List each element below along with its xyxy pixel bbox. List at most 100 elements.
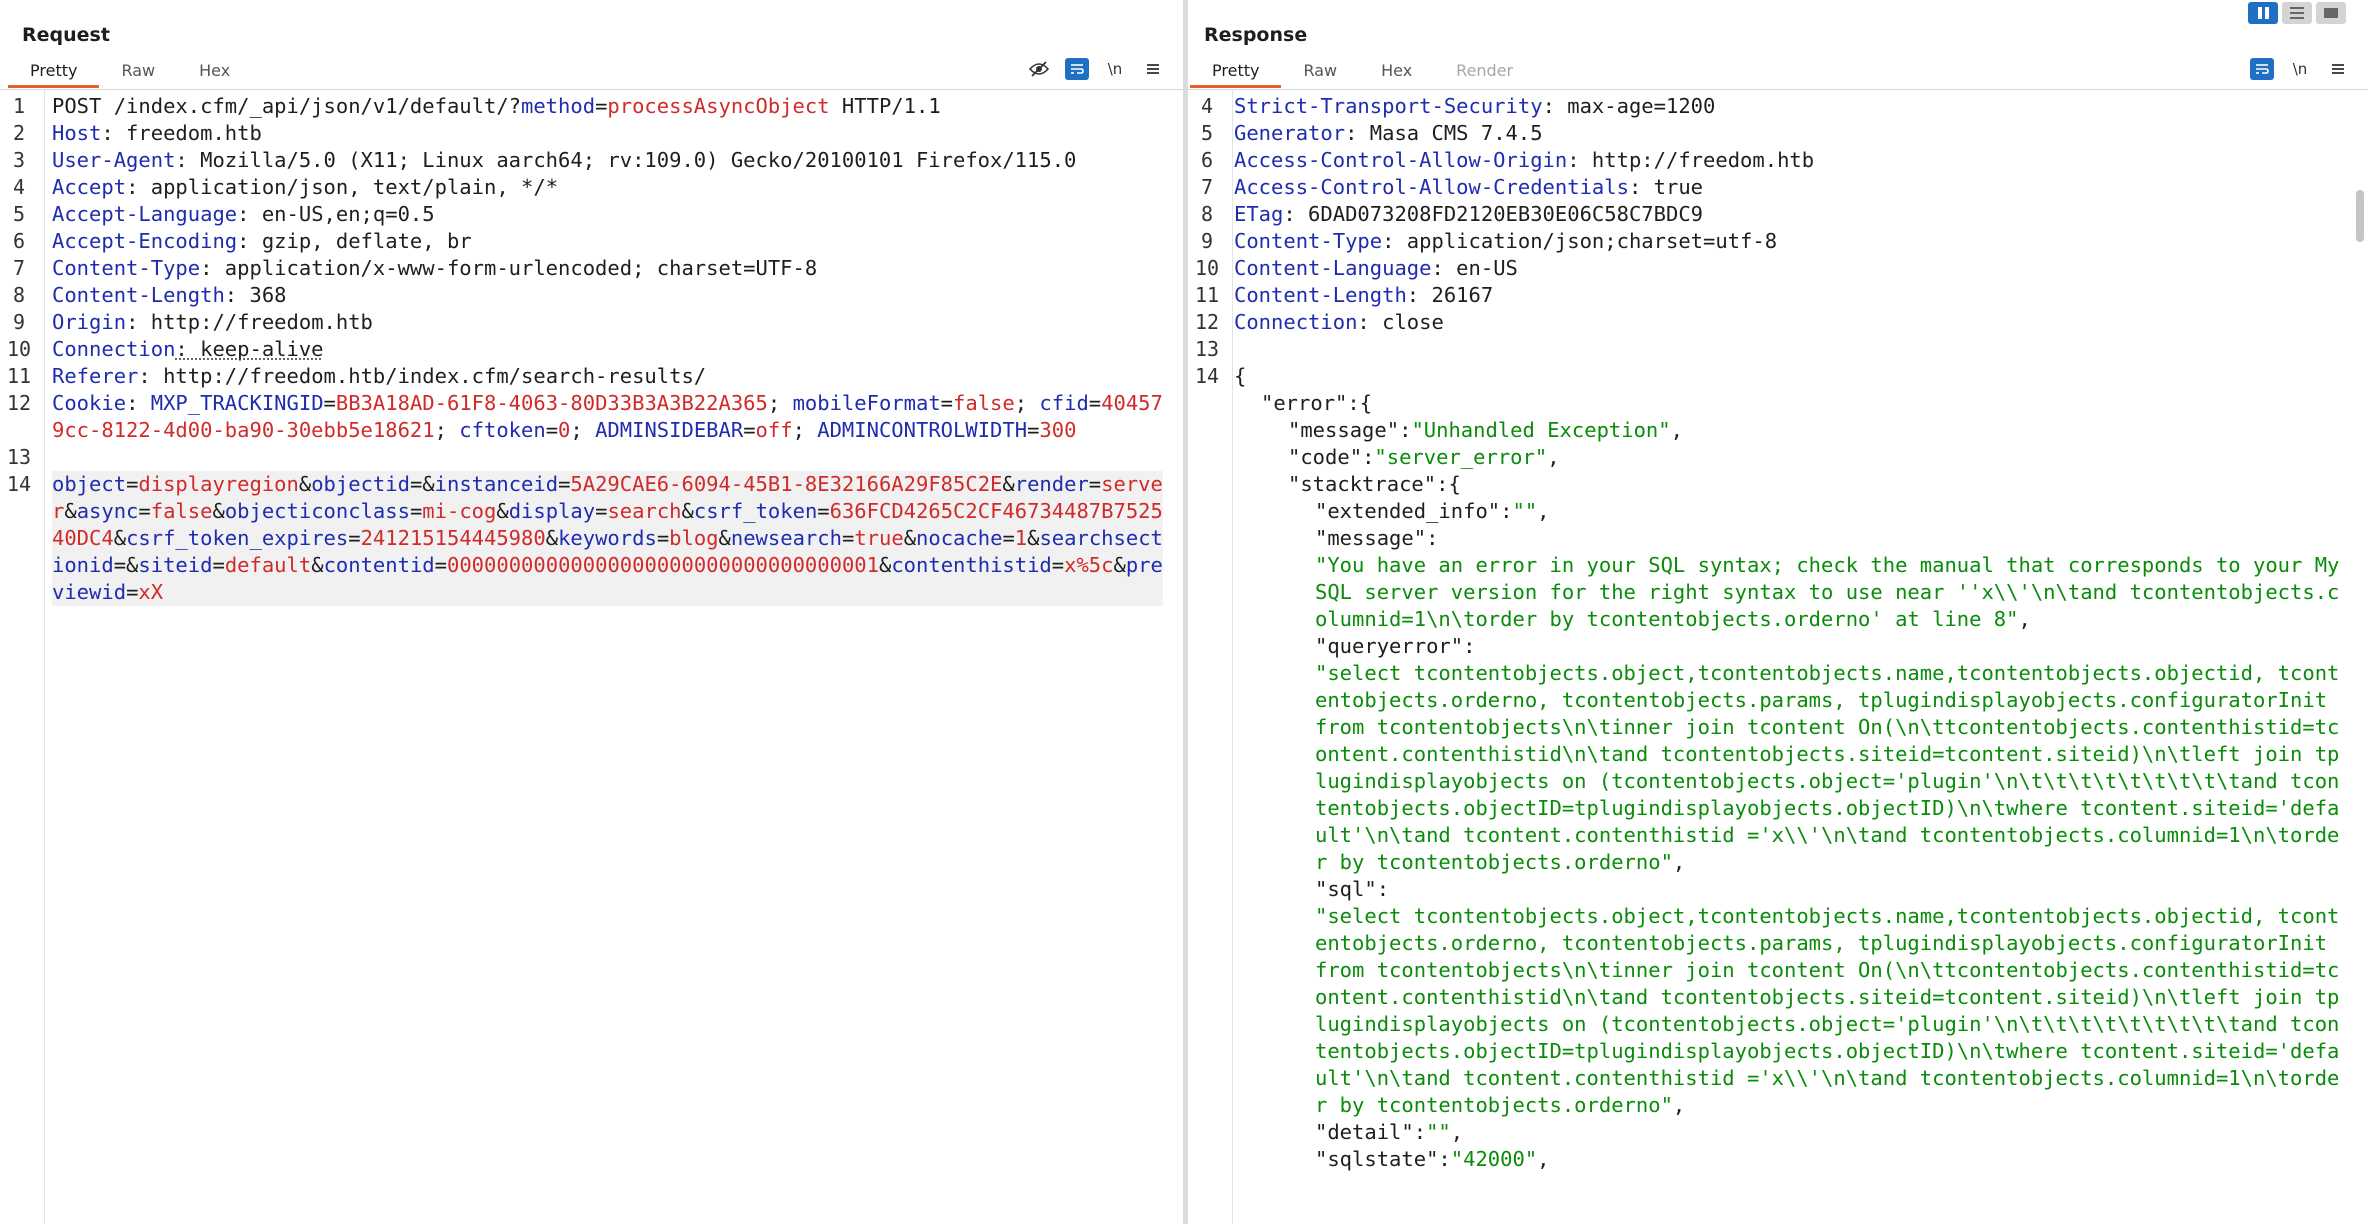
code-token: : http://freedom.htb xyxy=(126,310,373,334)
code-token: "server_error" xyxy=(1374,445,1548,469)
line-number: 8 xyxy=(1200,202,1214,226)
response-tab-render: Render xyxy=(1456,61,1514,80)
line-number: 4 xyxy=(12,175,26,199)
request-tab-raw[interactable]: Raw xyxy=(99,58,177,88)
code-token: Strict-Transport-Security xyxy=(1234,94,1543,118)
code-token: false xyxy=(150,499,213,523)
code-token: , xyxy=(1670,418,1683,442)
code-token: async xyxy=(76,499,139,523)
split-vertical-icon[interactable] xyxy=(2282,2,2312,24)
code-token: ; xyxy=(767,391,793,415)
code-token: = xyxy=(1027,418,1040,442)
code-line: "code":"server_error", xyxy=(1234,444,2348,471)
response-tab-pretty[interactable]: Pretty xyxy=(1190,58,1282,88)
line-number: 11 xyxy=(1194,283,1220,307)
code-token: & xyxy=(681,499,694,523)
code-token: , xyxy=(1537,499,1550,523)
code-token: =& xyxy=(409,472,435,496)
code-token: : en-US xyxy=(1431,256,1518,280)
request-tab-hex[interactable]: Hex xyxy=(177,58,252,88)
code-token: : freedom.htb xyxy=(101,121,262,145)
newline-icon[interactable]: \n xyxy=(1103,58,1127,80)
code-token: displayregion xyxy=(138,472,299,496)
line-number: 14 xyxy=(1194,364,1220,388)
code-token: : http://freedom.htb/index.cfm/search-re… xyxy=(138,364,707,388)
newline-icon[interactable]: \n xyxy=(2288,58,2312,80)
code-token: display xyxy=(508,499,596,523)
code-token: Access-Control-Allow-Origin xyxy=(1234,148,1568,172)
code-token: = xyxy=(1002,526,1015,550)
code-token: "select tcontentobjects.object,tcontento… xyxy=(1315,904,2340,1117)
code-token: { xyxy=(1234,364,1247,388)
line-number: 6 xyxy=(12,229,26,253)
code-token: 300 xyxy=(1039,418,1077,442)
code-token: contenthistid xyxy=(891,553,1052,577)
code-token: Referer xyxy=(52,364,139,388)
code-token: : xyxy=(126,391,151,415)
code-token: siteid xyxy=(138,553,213,577)
code-token: "message" xyxy=(1315,526,1427,550)
response-code: 4 Strict-Transport-Security: max-age=1200… xyxy=(1195,93,2348,1173)
code-token: : keep-alive xyxy=(175,337,324,361)
hide-icon[interactable] xyxy=(1027,58,1051,80)
code-line: "error":{ xyxy=(1234,390,2348,417)
code-token: nocache xyxy=(916,526,1003,550)
code-token: User-Agent xyxy=(52,148,176,172)
code-token: search xyxy=(607,499,682,523)
code-token: = xyxy=(409,499,423,523)
code-line: 14 object=displayregion&objectid=&instanc… xyxy=(7,471,1163,606)
wrap-icon[interactable] xyxy=(1065,58,1089,80)
code-token: contentid xyxy=(323,553,435,577)
code-token: true xyxy=(854,526,904,550)
code-token: = xyxy=(1088,391,1102,415)
code-token: : application/x-www-form-urlencoded; cha… xyxy=(200,256,818,280)
code-line: 6 Accept-Encoding: gzip, deflate, br xyxy=(13,228,1163,255)
code-token: = xyxy=(656,526,670,550)
response-scrollbar[interactable] xyxy=(2356,190,2364,242)
single-pane-icon[interactable] xyxy=(2316,2,2346,24)
split-horizontal-icon[interactable] xyxy=(2248,2,2278,24)
menu-icon[interactable] xyxy=(1141,58,1165,80)
line-number: 3 xyxy=(12,148,26,172)
request-title: Request xyxy=(22,24,110,46)
code-line: 14 { xyxy=(1195,363,2348,390)
code-line: 12 Connection: close xyxy=(1195,309,2348,336)
code-token: MXP_TRACKINGID xyxy=(150,391,324,415)
code-token: ; xyxy=(792,418,818,442)
code-token: processAsyncObject xyxy=(607,94,830,118)
code-token: & xyxy=(545,526,559,550)
code-token: instanceid xyxy=(434,472,559,496)
code-token: Content-Type xyxy=(52,256,201,280)
response-tab-raw[interactable]: Raw xyxy=(1281,58,1359,88)
menu-icon[interactable] xyxy=(2326,58,2350,80)
code-token: = xyxy=(126,580,139,604)
code-token: : xyxy=(1376,877,1390,901)
code-token: ; xyxy=(570,418,596,442)
line-number: 12 xyxy=(6,391,32,415)
code-token: "detail" xyxy=(1315,1120,1414,1144)
wrap-icon[interactable] xyxy=(2250,58,2274,80)
code-token: , xyxy=(1547,445,1560,469)
code-line: "extended_info":"", xyxy=(1234,498,2348,525)
request-editor[interactable]: 1 POST /index.cfm/_api/json/v1/default/?m… xyxy=(0,90,1183,1224)
code-token: HTTP/1.1 xyxy=(829,94,941,118)
request-tab-pretty[interactable]: Pretty xyxy=(8,58,100,88)
code-token: Host xyxy=(52,121,102,145)
code-token: : application/json, text/plain, */* xyxy=(126,175,559,199)
code-token: : xyxy=(1426,526,1439,550)
code-token: = xyxy=(348,526,361,550)
code-token: mobileFormat xyxy=(792,391,941,415)
code-token: render xyxy=(1014,472,1089,496)
response-tab-hex[interactable]: Hex xyxy=(1359,58,1434,88)
code-token: = xyxy=(1088,472,1102,496)
code-line: 1 POST /index.cfm/_api/json/v1/default/?m… xyxy=(13,93,1163,120)
code-token: = xyxy=(1051,553,1065,577)
code-line: 10 Content-Language: en-US xyxy=(1195,255,2348,282)
response-pane: Response Pretty Raw Hex Render \n 4 Stric… xyxy=(1188,0,2368,1224)
response-editor[interactable]: 4 Strict-Transport-Security: max-age=1200… xyxy=(1188,90,2368,1224)
code-token: = xyxy=(434,553,447,577)
code-line: 7 Access-Control-Allow-Credentials: true xyxy=(1201,174,2348,201)
code-token: = xyxy=(817,499,830,523)
code-token: Content-Length xyxy=(52,283,225,307)
line-number: 8 xyxy=(12,283,26,307)
